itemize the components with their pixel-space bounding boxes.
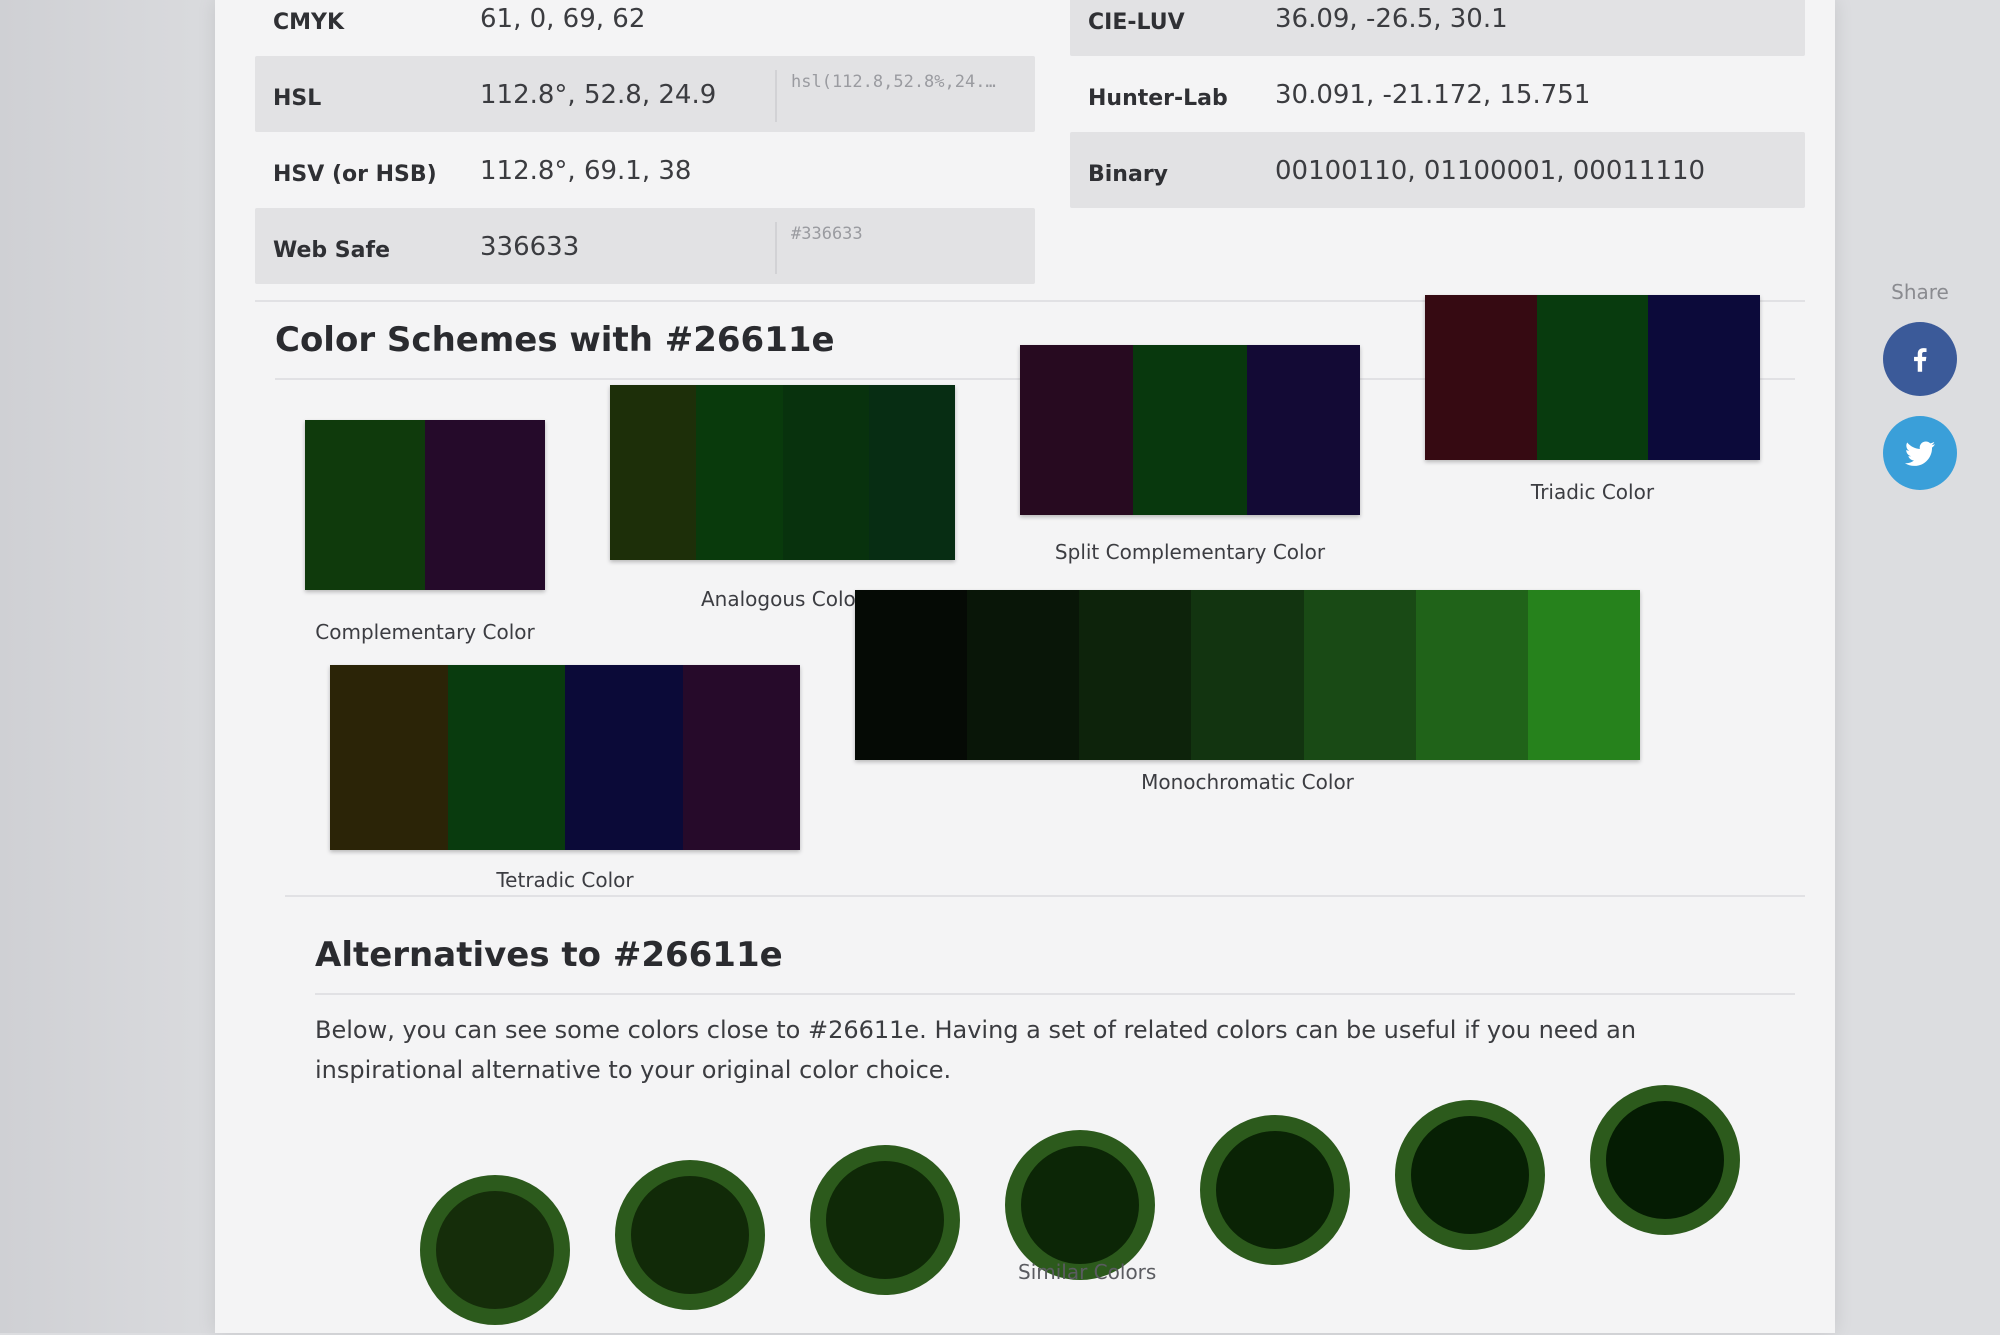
twitter-icon xyxy=(1905,441,1935,466)
similar-color-circle[interactable] xyxy=(810,1145,960,1295)
swatch-strip xyxy=(305,420,545,590)
color-swatch[interactable] xyxy=(565,665,683,850)
color-swatch[interactable] xyxy=(1527,590,1640,760)
similar-color-circle[interactable] xyxy=(1395,1100,1545,1250)
alternatives-description: Below, you can see some colors close to … xyxy=(315,1016,1637,1084)
similar-colors-label: Similar Colors xyxy=(1018,1260,1157,1284)
color-swatch[interactable] xyxy=(1536,295,1649,460)
conversion-label: Binary xyxy=(1088,162,1169,187)
conversion-label: HSV (or HSB) xyxy=(273,162,437,187)
color-swatch[interactable] xyxy=(330,665,448,850)
color-swatch[interactable] xyxy=(1415,590,1528,760)
scheme-triadic[interactable]: Triadic Color xyxy=(1425,295,1761,504)
color-swatch[interactable] xyxy=(1648,295,1761,460)
conversion-row-web-safe: Web Safe 336633 #336633 xyxy=(255,208,1035,284)
conversion-value[interactable]: 61, 0, 69, 62 xyxy=(480,4,645,34)
css-value[interactable]: hsl(112.8,52.8%,24.… xyxy=(775,70,1025,122)
swatch-strip xyxy=(1425,295,1761,460)
color-swatch[interactable] xyxy=(967,590,1080,760)
color-swatch[interactable] xyxy=(782,385,869,560)
conversion-row-hunter-lab: Hunter-Lab 30.091, -21.172, 15.751 xyxy=(1070,56,1805,132)
alternatives-heading: Alternatives to #26611e xyxy=(315,935,783,975)
scheme-label: Tetradic Color xyxy=(496,868,634,892)
similar-color-circle[interactable] xyxy=(420,1175,570,1325)
facebook-share-button[interactable] xyxy=(1883,322,1957,396)
color-swatch[interactable] xyxy=(855,590,968,760)
similar-color-circle[interactable] xyxy=(615,1160,765,1310)
conversion-label: CMYK xyxy=(273,10,345,35)
swatch-strip xyxy=(855,590,1640,760)
conversion-value[interactable]: 36.09, -26.5, 30.1 xyxy=(1275,4,1508,34)
conversion-label: CIE-LUV xyxy=(1088,10,1185,35)
color-swatch[interactable] xyxy=(1191,590,1304,760)
color-swatch[interactable] xyxy=(1020,345,1134,515)
color-swatch[interactable] xyxy=(1246,345,1360,515)
share-panel: Share xyxy=(1870,280,1970,510)
color-swatch[interactable] xyxy=(868,385,955,560)
color-swatch[interactable] xyxy=(1425,295,1537,460)
swatch-strip xyxy=(610,385,955,560)
conversion-row-hsv: HSV (or HSB) 112.8°, 69.1, 38 xyxy=(255,132,1035,208)
swatch-strip xyxy=(1020,345,1360,515)
similar-color-circle[interactable] xyxy=(1005,1130,1155,1280)
color-swatch[interactable] xyxy=(305,420,425,590)
section-divider xyxy=(315,993,1795,995)
conversion-row-hsl: HSL 112.8°, 52.8, 24.9 hsl(112.8,52.8%,2… xyxy=(255,56,1035,132)
color-swatch[interactable] xyxy=(696,385,783,560)
color-swatch[interactable] xyxy=(447,665,565,850)
scheme-analogous[interactable]: Analogous Color xyxy=(610,385,955,611)
color-swatch[interactable] xyxy=(1303,590,1416,760)
color-swatch[interactable] xyxy=(610,385,697,560)
conversion-value[interactable]: 00100110, 01100001, 00011110 xyxy=(1275,156,1705,186)
color-swatch[interactable] xyxy=(682,665,800,850)
conversion-row-cie-luv: CIE-LUV 36.09, -26.5, 30.1 xyxy=(1070,0,1805,56)
conversion-value[interactable]: 112.8°, 69.1, 38 xyxy=(480,156,691,186)
color-swatch[interactable] xyxy=(425,420,545,590)
conversion-value[interactable]: 112.8°, 52.8, 24.9 xyxy=(480,80,716,110)
conversion-label: Hunter-Lab xyxy=(1088,86,1228,111)
scheme-monochromatic[interactable]: Monochromatic Color xyxy=(855,590,1640,794)
conversion-label: Web Safe xyxy=(273,238,390,263)
left-background xyxy=(0,0,215,1333)
scheme-label: Monochromatic Color xyxy=(1141,770,1354,794)
section-divider xyxy=(285,895,1805,897)
color-conversion-table: CMYK 61, 0, 69, 62 HSL 112.8°, 52.8, 24.… xyxy=(255,0,1805,284)
conversion-label: HSL xyxy=(273,86,322,111)
color-swatch[interactable] xyxy=(1133,345,1247,515)
conversion-value[interactable]: 30.091, -21.172, 15.751 xyxy=(1275,80,1590,110)
similar-color-circle[interactable] xyxy=(1200,1115,1350,1265)
scheme-label: Triadic Color xyxy=(1530,480,1655,504)
swatch-strip xyxy=(330,665,800,850)
color-swatch[interactable] xyxy=(1079,590,1192,760)
twitter-share-button[interactable] xyxy=(1883,416,1957,490)
conversion-column-right: CIE-LUV 36.09, -26.5, 30.1 Hunter-Lab 30… xyxy=(1070,0,1805,208)
conversion-row-binary: Binary 00100110, 01100001, 00011110 xyxy=(1070,132,1805,208)
share-label: Share xyxy=(1891,280,1949,304)
facebook-icon xyxy=(1914,348,1927,372)
scheme-split-complementary[interactable]: Split Complementary Color xyxy=(1020,345,1360,564)
page-content: CMYK 61, 0, 69, 62 HSL 112.8°, 52.8, 24.… xyxy=(215,0,1835,1333)
scheme-complementary[interactable]: Complementary Color xyxy=(305,420,545,644)
conversion-column-left: CMYK 61, 0, 69, 62 HSL 112.8°, 52.8, 24.… xyxy=(255,0,1035,284)
similar-colors-row xyxy=(420,1085,1820,1335)
scheme-tetradic[interactable]: Tetradic Color xyxy=(330,665,800,892)
scheme-label: Split Complementary Color xyxy=(1054,540,1326,564)
conversion-row-cmyk: CMYK 61, 0, 69, 62 xyxy=(255,0,1035,56)
conversion-value[interactable]: 336633 xyxy=(480,232,579,262)
scheme-label: Complementary Color xyxy=(315,620,535,644)
similar-color-circle[interactable] xyxy=(1590,1085,1740,1235)
css-value[interactable]: #336633 xyxy=(775,222,1025,274)
color-schemes-heading: Color Schemes with #26611e xyxy=(275,320,835,360)
